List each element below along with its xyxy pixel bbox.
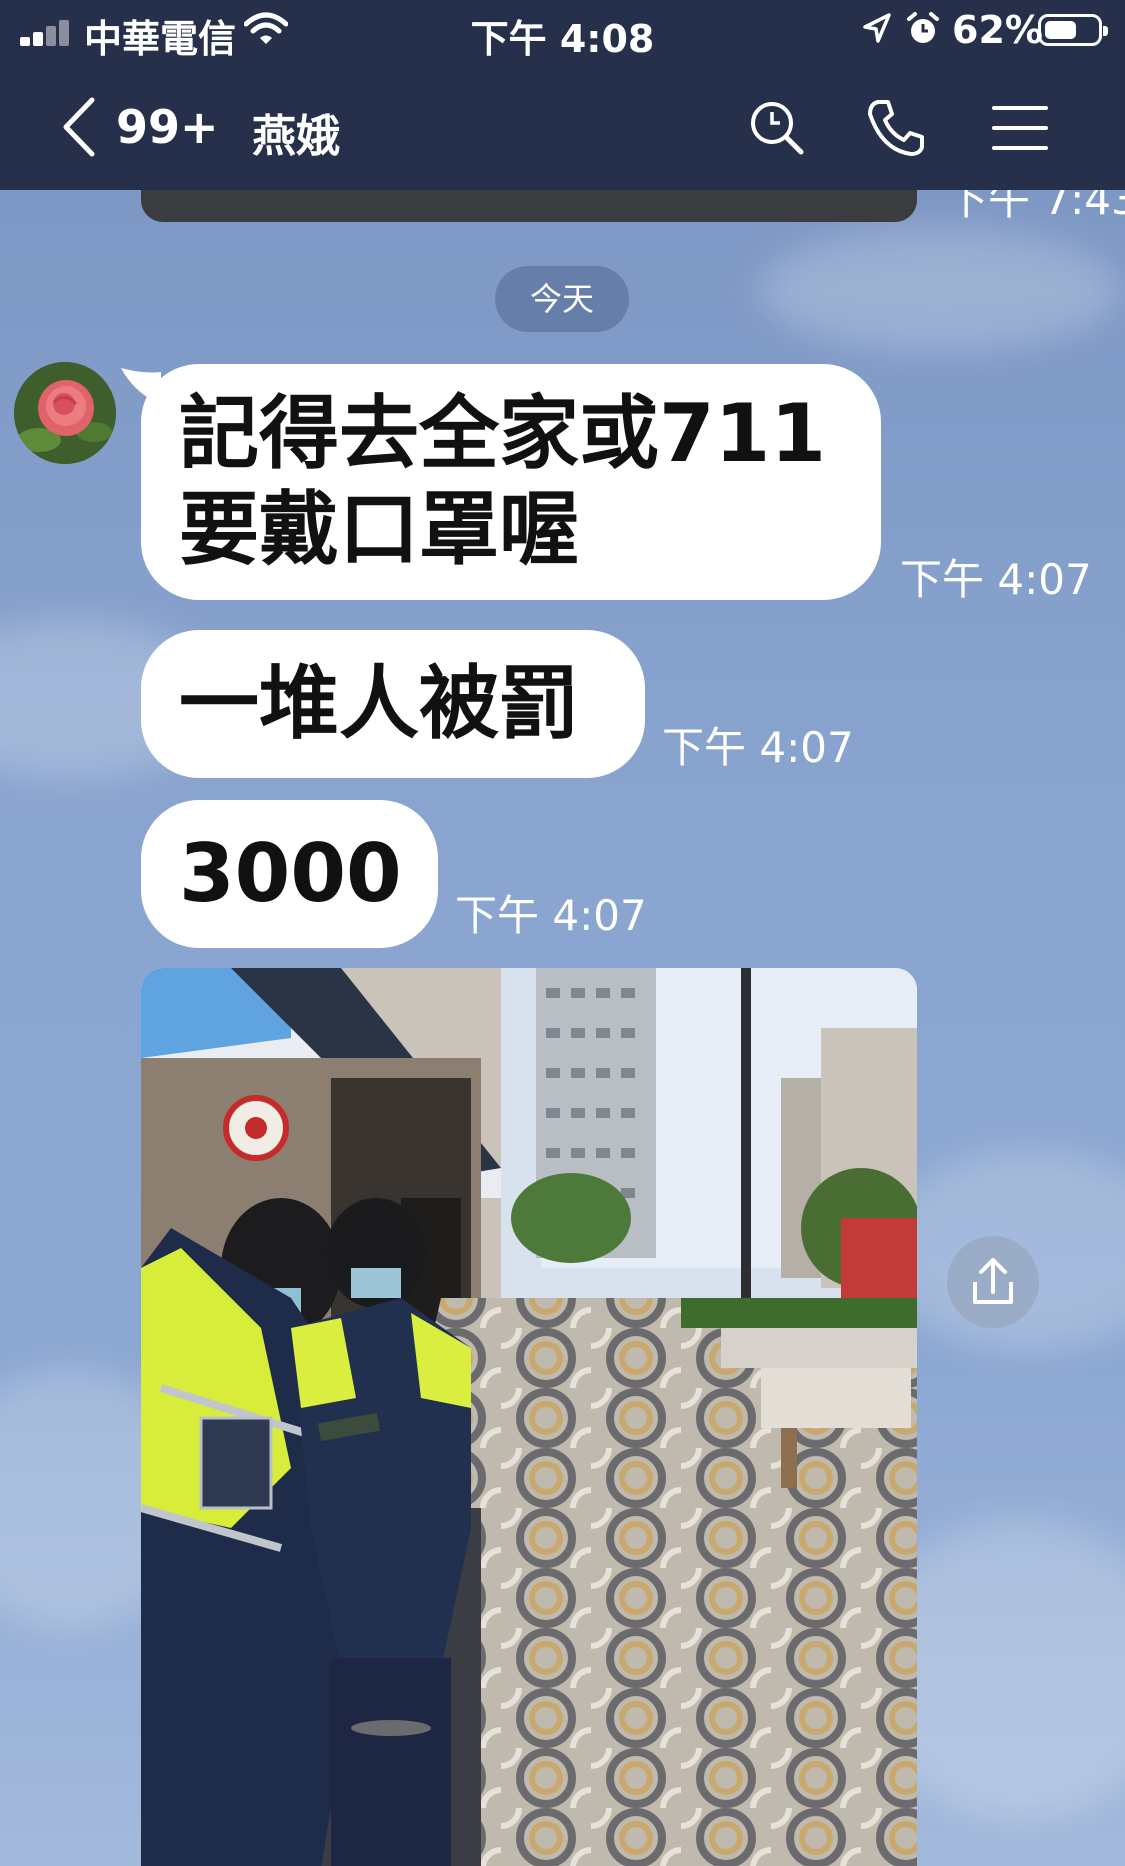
phone-icon[interactable] [864,96,928,160]
search-icon[interactable] [745,96,809,160]
avatar[interactable] [14,362,116,464]
message-bubble[interactable]: 3000 [141,800,438,948]
message-time: 下午 4:07 [900,555,1092,604]
top-bar: 中華電信 下午 4:08 62% 99+ 燕娥 [0,0,1125,190]
message-bubble[interactable]: 一堆人被罰 [141,630,645,778]
photo-message[interactable] [141,968,917,1866]
message-time: 下午 4:07 [662,723,854,772]
battery-percent: 62% [952,8,1043,52]
message-text: 3000 [179,827,402,920]
message-time: 下午 4:07 [455,891,647,940]
alarm-icon [907,12,939,43]
share-icon [973,1258,1013,1304]
message-text: 記得去全家或711 要戴口罩喔 [179,386,869,578]
message-line: 記得去全家或711 [179,387,826,480]
date-divider: 今天 [495,266,629,332]
message-text: 一堆人被罰 [179,657,579,750]
status-bar: 中華電信 下午 4:08 62% [0,0,1125,62]
menu-icon[interactable] [988,96,1052,160]
location-arrow-icon [863,13,891,43]
message-time: 下午 7:43 [946,190,1125,224]
message-line: 要戴口罩喔 [179,483,579,576]
rose-avatar-image [14,362,116,464]
battery-icon [1038,14,1108,46]
chat-title: 燕娥 [252,111,340,162]
share-button[interactable] [947,1236,1039,1328]
chat-area[interactable]: 下午 7:43 今天 記得去全家或711 要戴口罩喔 下午 4:07 一堆人被罰… [0,190,1125,1866]
back-chevron-icon[interactable] [58,96,98,158]
unread-count[interactable]: 99+ [116,100,219,154]
bubble-tail [121,368,161,404]
message-bubble[interactable]: 記得去全家或711 要戴口罩喔 [121,364,881,600]
previous-photo-message[interactable] [141,190,917,222]
street-photo [141,968,917,1866]
